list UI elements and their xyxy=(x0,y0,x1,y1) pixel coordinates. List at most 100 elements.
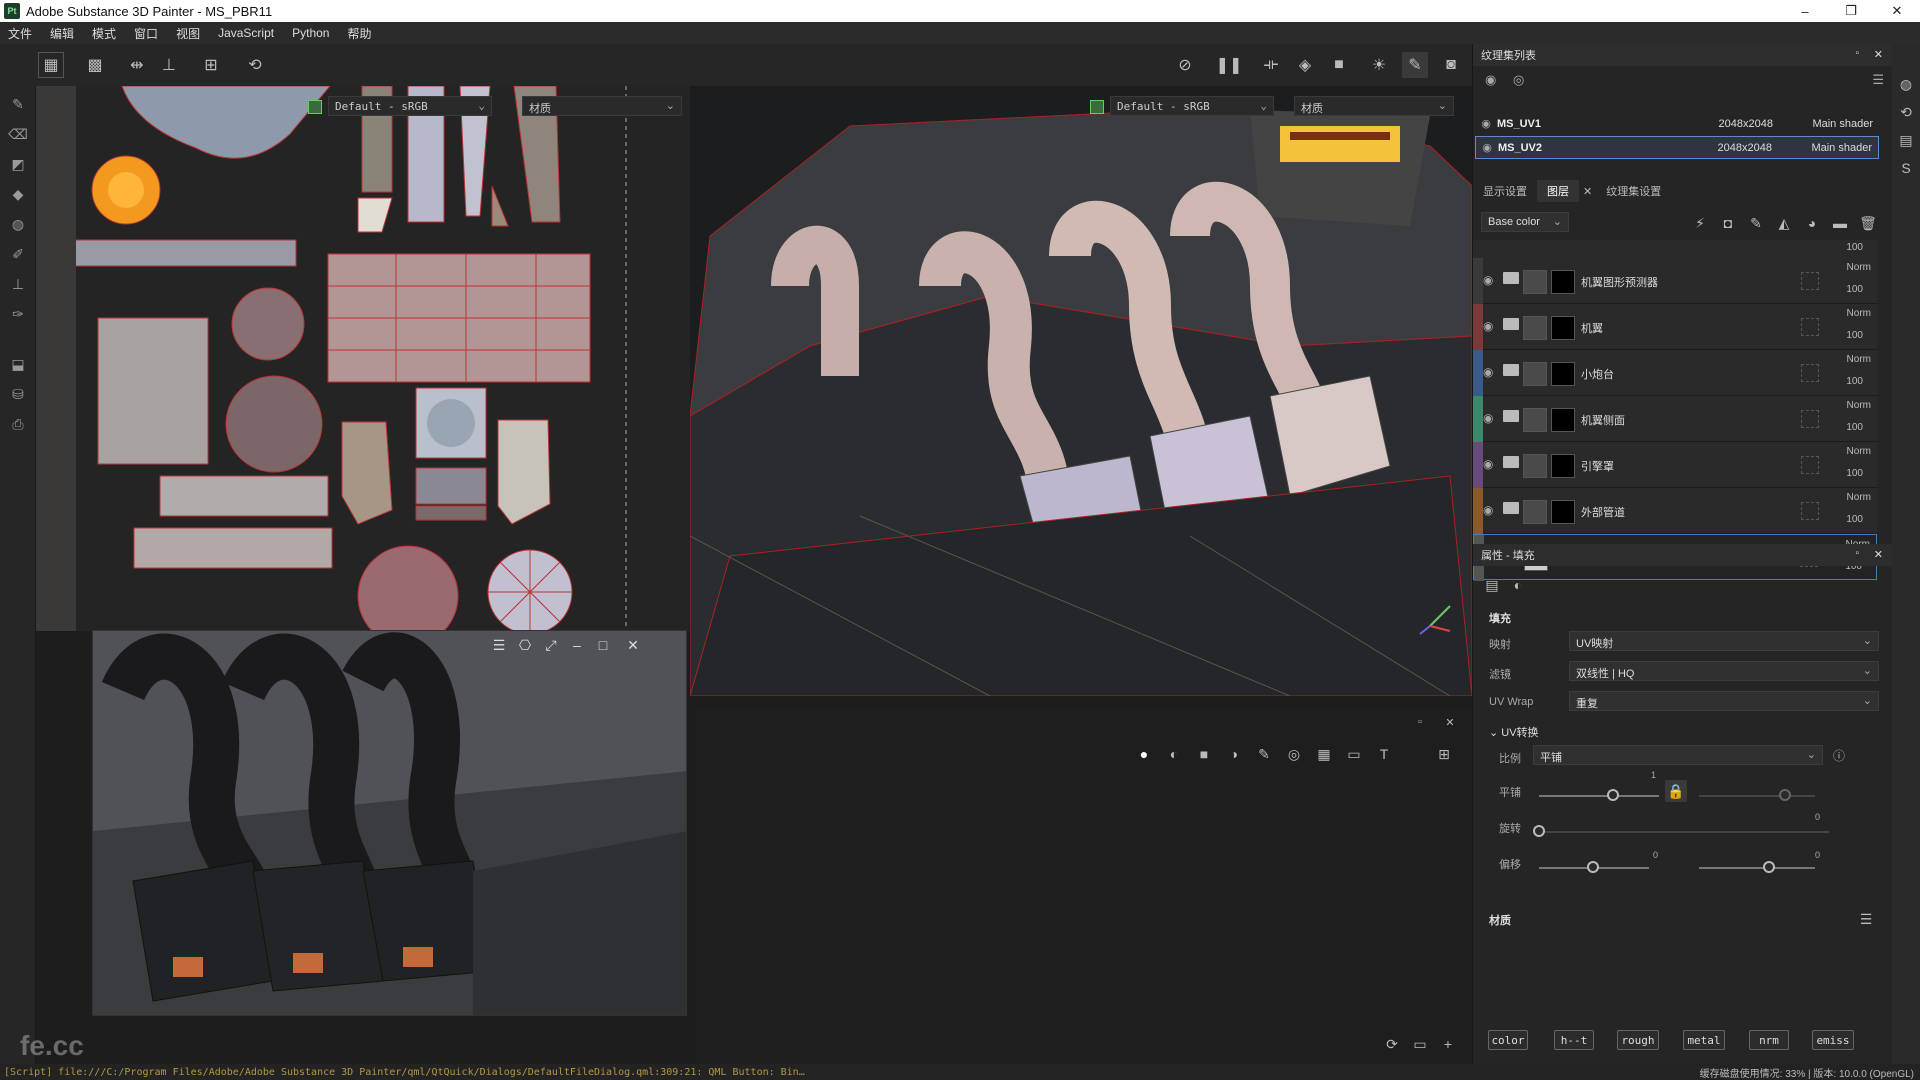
clone-tool-icon[interactable]: ✐ xyxy=(6,242,30,266)
filter-grunge-icon[interactable]: ▦ xyxy=(1314,744,1334,764)
new-folder-icon[interactable]: ▭ xyxy=(1410,1034,1430,1054)
layer-row[interactable]: ◉ 引擎罩 Norm 100 xyxy=(1473,442,1877,488)
mask-thumbnail[interactable] xyxy=(1551,408,1575,432)
filter-texture-icon[interactable]: ▭ xyxy=(1344,744,1364,764)
history-icon[interactable]: ⟲ xyxy=(242,52,268,78)
folder-icon[interactable] xyxy=(1503,364,1519,376)
filter-material-icon[interactable]: ● xyxy=(1134,744,1154,764)
rotate-slider[interactable] xyxy=(1539,831,1829,833)
layer-blend-mode[interactable]: Norm xyxy=(1847,492,1871,503)
layer-row[interactable]: ◉ 小炮台 Norm 100 xyxy=(1473,350,1877,396)
export-icon[interactable]: ⎙ xyxy=(6,412,30,436)
channel-emiss-button[interactable]: emiss xyxy=(1812,1030,1854,1050)
refresh-icon[interactable]: ⟳ xyxy=(1382,1034,1402,1054)
layer-row-partial[interactable]: 100 xyxy=(1473,240,1877,258)
layer-blend-mode[interactable]: Norm xyxy=(1847,354,1871,365)
eraser-tool-icon[interactable]: ⌫ xyxy=(6,122,30,146)
viewport-colorspace-select[interactable]: Default - sRGB ⌄ xyxy=(1110,96,1274,116)
visibility-icon[interactable]: ◉ xyxy=(1485,72,1496,88)
filter-select[interactable]: 双线性 | HQ ⌄ xyxy=(1569,661,1879,681)
uv-transform-section[interactable]: ⌄ UV转换 xyxy=(1489,724,1539,740)
layer-name[interactable]: 小炮台 xyxy=(1581,366,1614,382)
tile-slider-handle[interactable] xyxy=(1607,789,1619,801)
pause-icon[interactable]: ❚❚ xyxy=(1216,52,1243,78)
add-icon[interactable]: + xyxy=(1438,1034,1458,1054)
add-fill-layer-icon[interactable]: ◭ xyxy=(1775,214,1793,232)
brush-tool-icon[interactable]: ✎ xyxy=(6,92,30,116)
layer-name[interactable]: 引擎罩 xyxy=(1581,458,1614,474)
info-icon[interactable]: ⓘ xyxy=(1831,747,1847,763)
menu-window[interactable]: 窗口 xyxy=(134,25,158,42)
assets-icon[interactable]: ⛁ xyxy=(6,382,30,406)
mask-thumbnail[interactable] xyxy=(1551,500,1575,524)
paint-brush-icon[interactable]: ✎ xyxy=(1402,52,1428,78)
material-menu-icon[interactable]: ☰ xyxy=(1857,910,1875,928)
hide-icon[interactable]: ⊘ xyxy=(1172,52,1198,78)
minimize-button[interactable]: – xyxy=(1782,0,1828,22)
grid-view-icon[interactable]: ⊞ xyxy=(1434,744,1454,764)
uv-wrap-select[interactable]: 重复 ⌄ xyxy=(1569,691,1879,711)
folder-icon[interactable] xyxy=(1503,272,1519,284)
maximize-button[interactable]: ❐ xyxy=(1828,0,1874,22)
shader-settings-icon[interactable]: ◍ xyxy=(1896,74,1916,94)
screenshot-icon[interactable]: ◙ xyxy=(1438,52,1464,78)
folder-icon[interactable] xyxy=(1503,456,1519,468)
tile-slider[interactable] xyxy=(1539,795,1659,797)
align-icon[interactable]: ⊥ xyxy=(156,52,182,78)
picker-tool-icon[interactable]: ✑ xyxy=(6,302,30,326)
history-panel-icon[interactable]: ⟲ xyxy=(1896,102,1916,122)
substance-icon[interactable]: S xyxy=(1896,158,1916,178)
close-properties-icon[interactable]: ✕ xyxy=(1874,548,1883,561)
grid-icon[interactable]: ▩ xyxy=(82,52,108,78)
bake-icon[interactable]: ⬓ xyxy=(6,352,30,376)
menu-javascript[interactable]: JavaScript xyxy=(218,26,274,40)
float-icon[interactable]: ▫ xyxy=(1855,48,1859,59)
frame-icon[interactable]: ⊞ xyxy=(198,52,224,78)
layer-blend-mode[interactable]: Norm xyxy=(1847,262,1871,273)
tile-slider-v-handle[interactable] xyxy=(1779,789,1791,801)
menu-file[interactable]: 文件 xyxy=(8,25,32,42)
list-menu-icon[interactable]: ☰ xyxy=(1872,72,1884,88)
log-icon[interactable]: ▤ xyxy=(1896,130,1916,150)
menu-help[interactable]: 帮助 xyxy=(347,25,371,42)
uv-channel-select[interactable]: 材质 ⌄ xyxy=(522,96,682,116)
layer-opacity[interactable]: 100 xyxy=(1846,284,1863,295)
texture-set-row[interactable]: ◉ MS_UV1 2048x2048 Main shader xyxy=(1475,112,1879,135)
tab-layers[interactable]: 图层 xyxy=(1537,180,1579,202)
preview-maximize-icon[interactable]: □ xyxy=(595,637,611,653)
symmetry-icon[interactable]: ⟛ xyxy=(1258,52,1284,78)
folder-icon[interactable] xyxy=(1503,318,1519,330)
close-panel-icon[interactable]: ✕ xyxy=(1442,714,1458,730)
layer-opacity[interactable]: 100 xyxy=(1846,330,1863,341)
menu-edit[interactable]: 编辑 xyxy=(50,25,74,42)
mask-thumbnail[interactable] xyxy=(1551,316,1575,340)
layer-name[interactable]: 机翼侧面 xyxy=(1581,412,1625,428)
float-icon[interactable]: ▫ xyxy=(1855,548,1859,559)
channel-nrm-button[interactable]: nrm xyxy=(1749,1030,1789,1050)
offset-v-slider[interactable] xyxy=(1699,867,1815,869)
preview-close-icon[interactable]: ✕ xyxy=(625,637,641,653)
uv-colorspace-select[interactable]: Default - sRGB ⌄ xyxy=(328,96,492,116)
eye-icon[interactable]: ◉ xyxy=(1483,319,1493,333)
filter-smart-mask-icon[interactable]: ◑ xyxy=(1224,744,1244,764)
rotate-slider-handle[interactable] xyxy=(1533,825,1545,837)
mask-thumbnail[interactable] xyxy=(1551,362,1575,386)
eye-icon[interactable]: ◉ xyxy=(1476,141,1498,154)
offset-u-handle[interactable] xyxy=(1587,861,1599,873)
add-paint-layer-icon[interactable]: ✎ xyxy=(1747,214,1765,232)
eye-icon[interactable]: ◉ xyxy=(1483,457,1493,471)
layer-opacity[interactable]: 100 xyxy=(1846,514,1863,525)
layer-mask-slot[interactable] xyxy=(1801,502,1819,520)
add-effect-icon[interactable]: ⚡ xyxy=(1691,214,1709,232)
layer-row[interactable]: ◉ 外部管道 Norm 100 xyxy=(1473,488,1877,534)
close-button[interactable]: ✕ xyxy=(1874,0,1920,22)
fill-properties-icon[interactable]: ▤ xyxy=(1483,576,1501,594)
stamp-tool-icon[interactable]: ⊥ xyxy=(6,272,30,296)
view-2d3d-icon[interactable]: ▦ xyxy=(38,52,64,78)
mask-thumbnail[interactable] xyxy=(1551,454,1575,478)
channel-metal-button[interactable]: metal xyxy=(1683,1030,1725,1050)
preview-settings-icon[interactable]: ⎔ xyxy=(517,637,533,653)
offset-v-handle[interactable] xyxy=(1763,861,1775,873)
geometry-fill-icon[interactable]: ◆ xyxy=(6,182,30,206)
tab-layers-close-icon[interactable]: ✕ xyxy=(1579,180,1596,202)
